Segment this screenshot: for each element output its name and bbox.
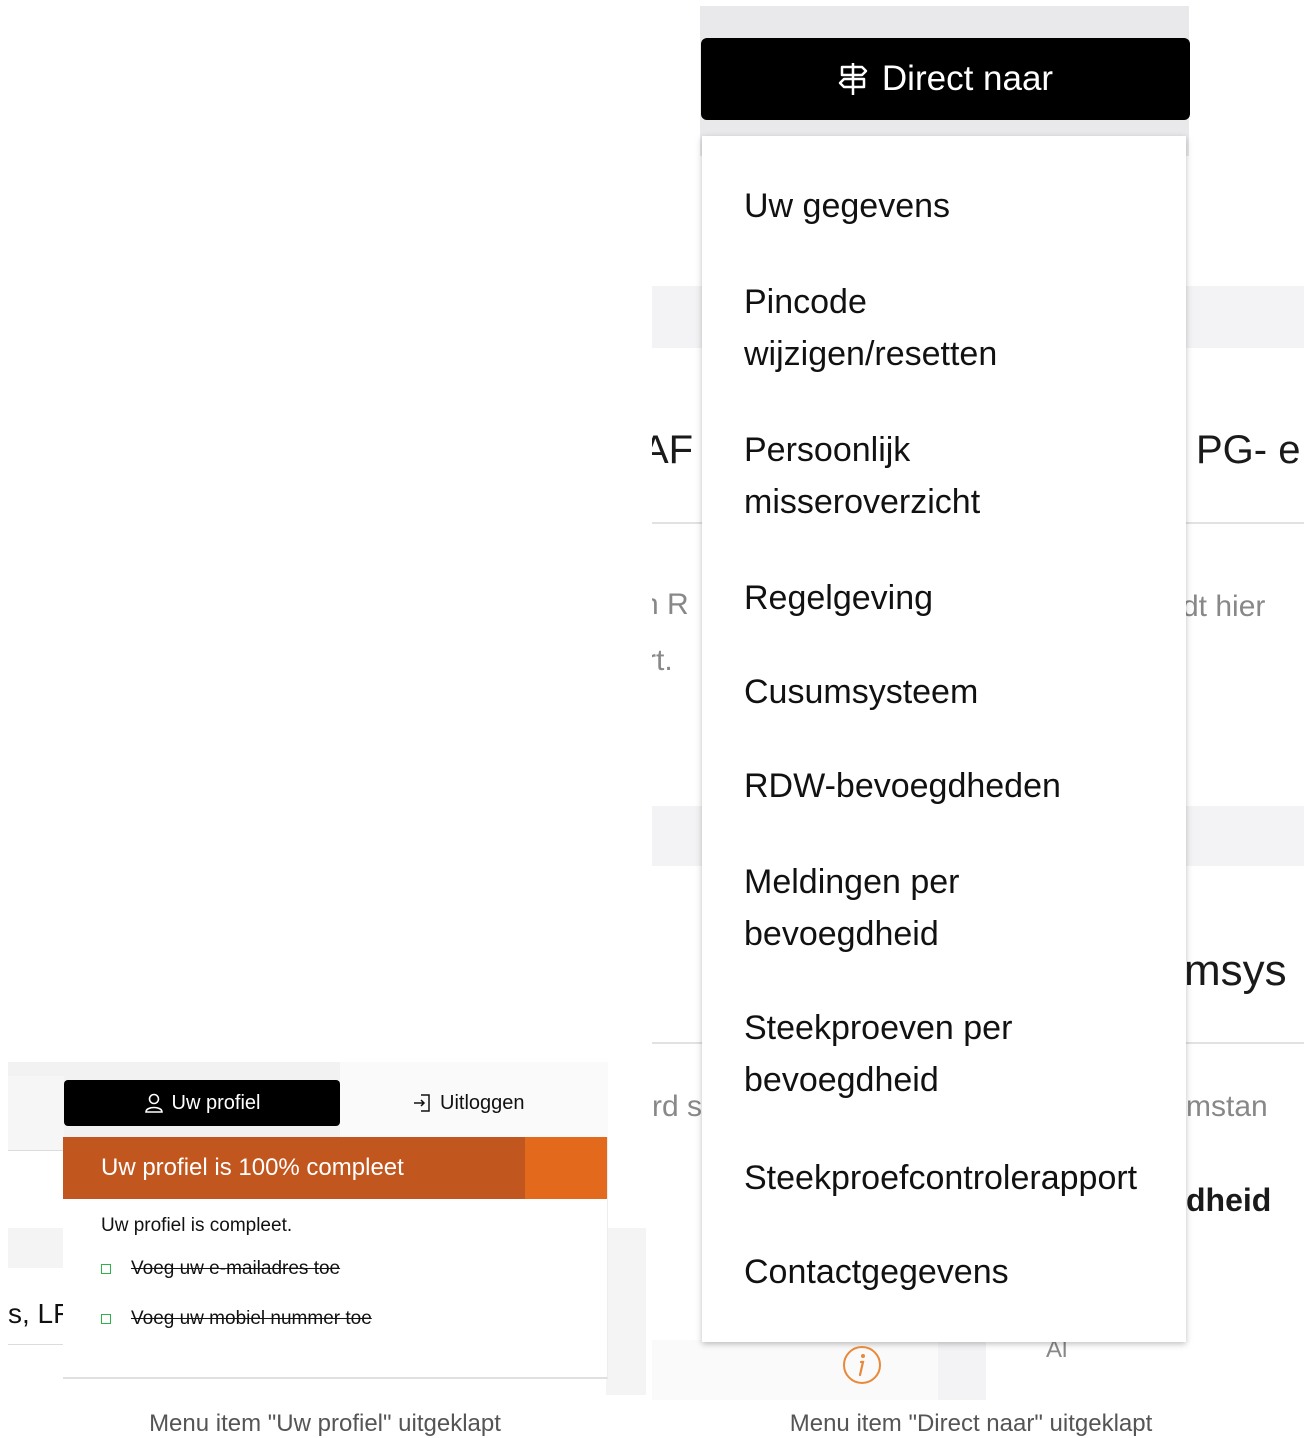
- bg-heading-left: AF: [652, 428, 694, 472]
- signpost-icon: [838, 63, 868, 95]
- todo-mobiel-label: Voeg uw mobiel nummer toe: [131, 1308, 372, 1329]
- check-icon: [101, 1264, 111, 1274]
- menu-item-rdw-bevoegdheden[interactable]: RDW-bevoegdheden: [744, 760, 1184, 812]
- profiel-dropdown: Uw profiel is 100% compleet Uw profiel i…: [63, 1137, 608, 1379]
- left-bg-strip: [8, 1228, 64, 1268]
- check-icon: [101, 1314, 111, 1324]
- menu-item-uw-gegevens[interactable]: Uw gegevens: [744, 180, 1184, 232]
- user-icon: [144, 1093, 163, 1113]
- bg-bold-right: dheid: [1186, 1182, 1272, 1218]
- bg-card: [652, 1340, 938, 1400]
- menu-item-regelgeving[interactable]: Regelgeving: [744, 572, 1184, 624]
- profile-complete-text: Uw profiel is compleet.: [101, 1215, 293, 1236]
- right-bg-strip: [606, 1228, 646, 1395]
- caption-left: Menu item "Uw profiel" uitgeklapt: [149, 1410, 501, 1437]
- menu-item-meldingen[interactable]: Meldingen per bevoegdheid: [744, 856, 1184, 960]
- bg-heading2-right: msys: [1184, 946, 1287, 995]
- direct-naar-label: Direct naar: [881, 59, 1054, 98]
- menu-item-misseroverzicht[interactable]: Persoonlijk misseroverzicht: [744, 424, 1184, 528]
- uw-profiel-screenshot: s, LF Uw profiel Uitloggen Uw profiel is…: [0, 1062, 646, 1395]
- uw-profiel-label: Uw profiel: [171, 1091, 261, 1114]
- bg-text-right-3: mstan: [1186, 1090, 1268, 1123]
- todo-item-mobiel[interactable]: Voeg uw mobiel nummer toe: [101, 1308, 372, 1330]
- menu-item-pincode[interactable]: Pincode wijzigen/resetten: [744, 276, 1184, 380]
- bg-text-left-1: n R: [652, 588, 689, 621]
- bg-heading-right: PG- e: [1196, 428, 1301, 472]
- bg-text-right-1: dt hier: [1182, 590, 1266, 623]
- uw-profiel-button[interactable]: Uw profiel: [64, 1080, 340, 1126]
- todo-item-email[interactable]: Voeg uw e-mailadres toe: [101, 1258, 340, 1280]
- bg-text-left-2: rt.: [652, 644, 673, 677]
- direct-naar-button[interactable]: Direct naar: [701, 38, 1190, 120]
- direct-naar-dropdown: Uw gegevens Pincode wijzigen/resetten Pe…: [702, 136, 1186, 1342]
- direct-naar-screenshot: AF PG- e n R rt. dt hier msys rd s mstan…: [652, 0, 1304, 1400]
- logout-icon: [414, 1094, 430, 1112]
- menu-item-steekproefcontrolerapport[interactable]: Steekproefcontrolerapport: [744, 1152, 1184, 1204]
- menu-item-contactgegevens[interactable]: Contactgegevens: [744, 1246, 1184, 1298]
- info-icon[interactable]: [842, 1345, 882, 1385]
- bg-text-left-3: rd s: [652, 1090, 703, 1123]
- left-header-edge: [8, 1076, 64, 1150]
- menu-item-steekproeven[interactable]: Steekproeven per bevoegdheid: [744, 1002, 1184, 1106]
- profile-progress-bar: Uw profiel is 100% compleet: [63, 1137, 607, 1199]
- caption-right: Menu item "Direct naar" uitgeklapt: [789, 1410, 1153, 1437]
- bg-text-fragment: s, LF: [8, 1298, 71, 1329]
- todo-email-label: Voeg uw e-mailadres toe: [131, 1258, 341, 1279]
- bg-pillar: [938, 1340, 986, 1400]
- menu-item-cusumsysteem[interactable]: Cusumsysteem: [744, 666, 1184, 718]
- profile-progress-label: Uw profiel is 100% compleet: [101, 1154, 404, 1181]
- left-divider: [8, 1150, 64, 1151]
- uitloggen-label: Uitloggen: [440, 1091, 525, 1114]
- left-divider-2: [8, 1344, 64, 1345]
- uitloggen-button[interactable]: Uitloggen: [412, 1080, 572, 1126]
